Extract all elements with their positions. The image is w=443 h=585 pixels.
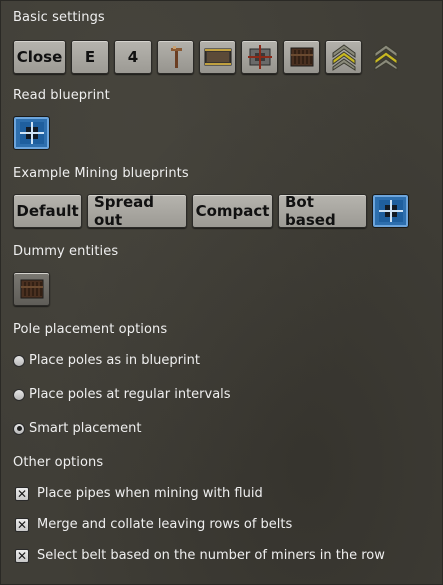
section-example-blueprints: Example Mining blueprints: [13, 166, 189, 181]
settings-panel: Basic settings Close E 4 Read blueprint …: [0, 0, 443, 585]
chest-button[interactable]: [283, 40, 320, 74]
close-button[interactable]: Close: [13, 40, 66, 74]
spread-out-button[interactable]: Spread out: [87, 193, 187, 229]
basic-settings-row: Close E 4: [13, 40, 404, 74]
pole-option-blueprint[interactable]: Place poles as in blueprint: [13, 353, 200, 368]
option-pipes-fluid[interactable]: ✕ Place pipes when mining with fluid: [13, 486, 263, 501]
checkbox-label: Select belt based on the number of miner…: [37, 548, 385, 563]
drill-button[interactable]: [241, 40, 278, 74]
e-button[interactable]: E: [71, 40, 109, 74]
checkbox-label: Place pipes when mining with fluid: [37, 486, 263, 501]
dummy-chest-button[interactable]: [13, 272, 50, 306]
radio-button[interactable]: [13, 388, 25, 401]
compact-button[interactable]: Compact: [192, 194, 273, 228]
section-other-options: Other options: [13, 455, 104, 470]
blueprint-icon: [378, 200, 403, 222]
blueprint-icon: [19, 122, 44, 144]
custom-blueprint-button[interactable]: [372, 194, 409, 228]
radio-label: Smart placement: [29, 421, 142, 436]
checkbox-checked[interactable]: ✕: [15, 548, 29, 563]
checkbox-label: Merge and collate leaving rows of belts: [37, 517, 293, 532]
default-button[interactable]: Default: [13, 194, 82, 228]
radio-dot: [16, 426, 22, 431]
option-merge-belts[interactable]: ✕ Merge and collate leaving rows of belt…: [13, 517, 292, 532]
radio-button-selected[interactable]: [13, 422, 25, 435]
section-dummy-entities: Dummy entities: [13, 244, 119, 259]
chest-icon: [20, 279, 43, 299]
pole-button[interactable]: [157, 40, 194, 74]
bot-based-button[interactable]: Bot based: [278, 193, 367, 229]
checkbox-checked[interactable]: ✕: [15, 486, 29, 501]
upgrade-icon: [332, 44, 355, 71]
upgrade-button-2[interactable]: [367, 40, 404, 74]
belt-icon: [204, 48, 231, 66]
pole-icon: [170, 46, 182, 68]
belt-button[interactable]: [199, 40, 236, 74]
example-blueprints-row: Default Spread out Compact Bot based: [13, 193, 409, 229]
drill-icon: [247, 45, 272, 69]
section-pole-placement: Pole placement options: [13, 322, 168, 337]
section-read-blueprint: Read blueprint: [13, 88, 110, 103]
four-button[interactable]: 4: [114, 40, 152, 74]
radio-label: Place poles as in blueprint: [29, 353, 200, 368]
pole-option-regular[interactable]: Place poles at regular intervals: [13, 387, 231, 402]
option-select-belt[interactable]: ✕ Select belt based on the number of min…: [13, 548, 385, 563]
chest-icon: [290, 47, 313, 67]
section-basic-settings: Basic settings: [13, 10, 105, 25]
checkbox-checked[interactable]: ✕: [15, 517, 29, 532]
radio-label: Place poles at regular intervals: [29, 387, 231, 402]
blueprint-button[interactable]: [13, 116, 50, 150]
pole-option-smart[interactable]: Smart placement: [13, 421, 141, 436]
upgrade-button-1[interactable]: [325, 40, 362, 74]
dummy-entities-row: [13, 272, 50, 306]
upgrade-icon: [374, 44, 397, 71]
radio-button[interactable]: [13, 354, 25, 367]
read-blueprint-row: [13, 116, 50, 150]
